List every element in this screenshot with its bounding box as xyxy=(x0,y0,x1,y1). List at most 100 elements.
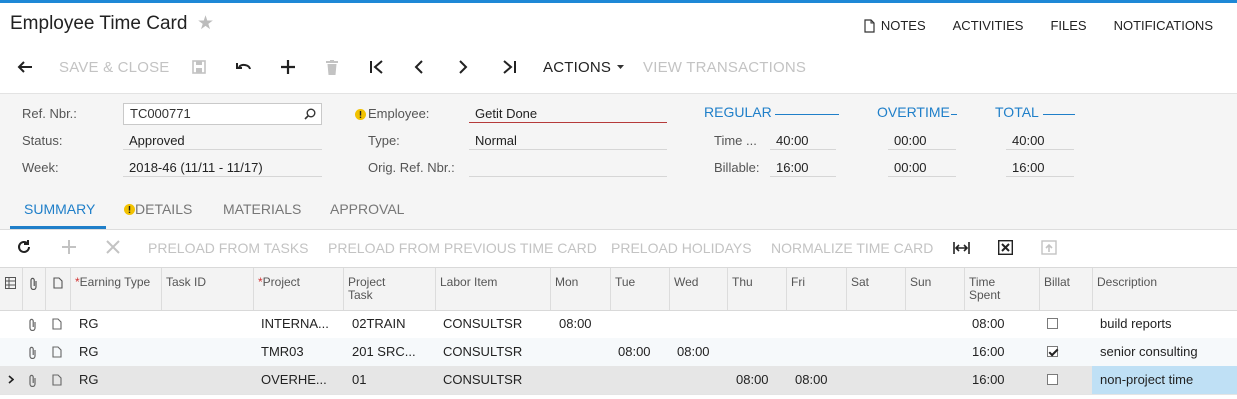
project-cell[interactable]: INTERNA... xyxy=(261,310,329,338)
project-task-cell[interactable]: 01 xyxy=(352,366,366,394)
description-header[interactable]: Description xyxy=(1092,268,1237,310)
description-cell[interactable]: senior consulting xyxy=(1100,338,1198,366)
save-close-button[interactable]: SAVE & CLOSE xyxy=(59,55,170,79)
thu-header[interactable]: Thu xyxy=(727,268,786,310)
orig-ref-nbr-value[interactable] xyxy=(469,158,667,177)
undo-icon[interactable] xyxy=(236,55,252,79)
tab-approval[interactable]: APPROVAL xyxy=(330,201,404,217)
warning-icon xyxy=(124,203,135,215)
ref-nbr-field[interactable]: TC000771 xyxy=(123,103,322,125)
note-icon xyxy=(53,277,63,289)
last-record-icon[interactable] xyxy=(502,55,516,79)
page-title: Employee Time Card xyxy=(10,13,188,34)
first-record-icon[interactable] xyxy=(370,55,384,79)
tab-details[interactable]: DETAILS xyxy=(124,201,192,217)
row-selector-header[interactable] xyxy=(0,268,22,310)
fri-cell[interactable]: 08:00 xyxy=(795,366,828,394)
upload-icon[interactable] xyxy=(1041,240,1057,258)
total-billable-value: 16:00 xyxy=(1006,158,1074,177)
description-cell[interactable]: build reports xyxy=(1100,310,1172,338)
refresh-icon[interactable] xyxy=(17,240,31,257)
status-value[interactable]: Approved xyxy=(123,131,322,150)
table-row[interactable]: RG OVERHE... 01 CONSULTSR 08:00 08:00 16… xyxy=(0,366,1237,395)
regular-time-value: 40:00 xyxy=(770,131,836,150)
paperclip-icon[interactable] xyxy=(28,346,38,359)
thu-cell[interactable]: 08:00 xyxy=(736,366,769,394)
labor-item-cell[interactable]: CONSULTSR xyxy=(443,310,522,338)
sat-header[interactable]: Sat xyxy=(846,268,905,310)
preload-from-tasks-button[interactable]: PRELOAD FROM TASKS xyxy=(148,240,309,256)
billable-checkbox[interactable] xyxy=(1047,318,1058,329)
fit-columns-icon[interactable] xyxy=(953,241,970,257)
earning-type-cell[interactable]: RG xyxy=(79,366,99,394)
tab-materials[interactable]: MATERIALS xyxy=(223,201,301,217)
project-cell[interactable]: OVERHE... xyxy=(261,366,327,394)
tue-cell[interactable]: 08:00 xyxy=(618,338,651,366)
paperclip-icon[interactable] xyxy=(28,318,38,331)
actions-menu[interactable]: ACTIONS xyxy=(543,55,625,79)
earning-type-cell[interactable]: RG xyxy=(79,310,99,338)
labor-item-cell[interactable]: CONSULTSR xyxy=(443,338,522,366)
total-section-line xyxy=(1043,114,1075,115)
note-icon[interactable] xyxy=(52,374,62,386)
preload-holidays-button[interactable]: PRELOAD HOLIDAYS xyxy=(611,240,752,256)
top-accent-line xyxy=(0,0,1237,3)
employee-field[interactable]: Getit Done xyxy=(469,104,667,123)
notes-header xyxy=(45,268,70,310)
chevron-down-icon xyxy=(617,65,625,69)
view-transactions-button[interactable]: VIEW TRANSACTIONS xyxy=(643,55,806,79)
time-spent-header[interactable]: Time Spent xyxy=(964,268,1014,310)
note-icon[interactable] xyxy=(52,318,62,330)
billable-checkbox[interactable] xyxy=(1047,374,1058,385)
files-link[interactable]: FILES xyxy=(1050,18,1086,33)
back-arrow-icon[interactable] xyxy=(17,55,33,79)
project-task-cell[interactable]: 02TRAIN xyxy=(352,310,405,338)
wed-header[interactable]: Wed xyxy=(669,268,727,310)
next-record-icon[interactable] xyxy=(458,55,468,79)
delete-row-icon[interactable] xyxy=(106,240,120,257)
add-icon[interactable] xyxy=(281,55,295,79)
add-row-icon[interactable] xyxy=(62,240,76,257)
mon-header[interactable]: Mon xyxy=(550,268,610,310)
project-cell[interactable]: TMR03 xyxy=(261,338,304,366)
export-excel-icon[interactable] xyxy=(997,239,1014,258)
project-header[interactable]: *Project xyxy=(253,268,343,310)
tue-header[interactable]: Tue xyxy=(610,268,669,310)
type-value[interactable]: Normal xyxy=(469,131,667,150)
table-row[interactable]: RG TMR03 201 SRC... CONSULTSR 08:00 08:0… xyxy=(0,338,1237,367)
notifications-link[interactable]: NOTIFICATIONS xyxy=(1114,18,1213,33)
fri-header[interactable]: Fri xyxy=(786,268,846,310)
billable-label: Billable: xyxy=(714,160,760,175)
labor-item-header[interactable]: Labor Item xyxy=(435,268,550,310)
earning-type-header[interactable]: *Earning Type xyxy=(70,268,161,310)
notes-label: NOTES xyxy=(880,18,926,33)
task-id-header[interactable]: Task ID xyxy=(161,268,253,310)
paperclip-icon[interactable] xyxy=(28,374,38,387)
activities-link[interactable]: ACTIVITIES xyxy=(953,18,1024,33)
previous-record-icon[interactable] xyxy=(414,55,424,79)
earning-type-cell[interactable]: RG xyxy=(79,338,99,366)
save-icon[interactable] xyxy=(192,55,206,79)
top-links: NOTES ACTIVITIES FILES NOTIFICATIONS xyxy=(837,18,1213,33)
mon-cell[interactable]: 08:00 xyxy=(559,310,592,338)
sun-header[interactable]: Sun xyxy=(905,268,964,310)
favorite-star-icon[interactable]: ★ xyxy=(197,12,214,35)
notes-link[interactable]: NOTES xyxy=(864,18,926,33)
preload-from-previous-button[interactable]: PRELOAD FROM PREVIOUS TIME CARD xyxy=(328,240,597,256)
billable-header[interactable]: Billat xyxy=(1039,268,1092,310)
tab-summary[interactable]: SUMMARY xyxy=(24,201,95,217)
note-icon[interactable] xyxy=(52,346,62,358)
week-value[interactable]: 2018-46 (11/11 - 11/17) xyxy=(123,158,322,177)
description-cell[interactable]: non-project time xyxy=(1092,366,1237,394)
tab-bar: SUMMARY DETAILS MATERIALS APPROVAL xyxy=(0,196,1237,229)
wed-cell[interactable]: 08:00 xyxy=(677,338,710,366)
normalize-time-card-button[interactable]: NORMALIZE TIME CARD xyxy=(771,240,933,256)
delete-icon[interactable] xyxy=(326,55,338,79)
billable-checkbox[interactable] xyxy=(1047,346,1058,357)
project-task-header[interactable]: Project Task xyxy=(343,268,413,310)
table-row[interactable]: RG INTERNA... 02TRAIN CONSULTSR 08:00 08… xyxy=(0,310,1237,339)
overtime-section-line xyxy=(951,114,957,115)
project-task-cell[interactable]: 201 SRC... xyxy=(352,338,416,366)
search-icon[interactable] xyxy=(304,108,316,120)
labor-item-cell[interactable]: CONSULTSR xyxy=(443,366,522,394)
